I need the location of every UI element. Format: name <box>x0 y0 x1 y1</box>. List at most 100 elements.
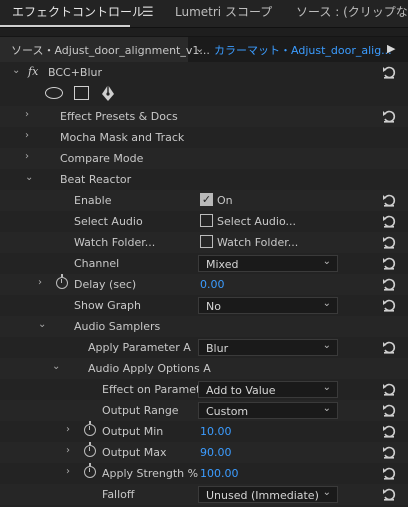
show-graph-row: Show Graph No ⌄ <box>0 295 408 316</box>
twirl-closed-icon[interactable]: › <box>25 109 35 121</box>
output-min-label: Output Min <box>102 425 164 438</box>
output-max-value[interactable]: 90.00 <box>200 446 232 459</box>
reset-icon[interactable] <box>381 486 397 502</box>
apply-param-a-value: Blur <box>206 342 229 355</box>
twirl-closed-icon[interactable]: › <box>25 130 35 142</box>
clip-selector-bar: ソース・Adjust_door_alignment_v1... ⌄ カラーマット… <box>0 36 408 64</box>
twirl-open-icon[interactable]: ⌄ <box>12 65 22 77</box>
play-arrow-icon[interactable]: ▶ <box>387 42 395 55</box>
reset-icon[interactable] <box>381 213 397 229</box>
active-tab-indicator <box>0 25 130 27</box>
sequence-clip-name[interactable]: カラーマット・Adjust_door_alig... <box>214 42 392 58</box>
stopwatch-icon[interactable] <box>84 463 96 478</box>
reset-icon[interactable] <box>381 255 397 271</box>
chevron-down-icon: ⌄ <box>322 256 331 267</box>
reset-icon[interactable] <box>381 402 397 418</box>
reset-icon[interactable] <box>381 108 397 124</box>
apply-param-a-label: Apply Parameter A <box>88 341 191 354</box>
output-range-label: Output Range <box>102 404 179 417</box>
twirl-closed-icon[interactable]: › <box>66 424 76 436</box>
beat-reactor-row[interactable]: ⌄ Beat Reactor <box>0 169 408 190</box>
chevron-down-icon[interactable]: ⌄ <box>195 42 204 55</box>
watch-folder-row: Watch Folder... Watch Folder... <box>0 232 408 253</box>
channel-row: Channel Mixed ⌄ <box>0 253 408 274</box>
show-graph-dropdown[interactable]: No ⌄ <box>198 297 338 314</box>
effect-header-row[interactable]: ⌄ fx BCC+Blur <box>0 62 408 83</box>
mocha-label: Mocha Mask and Track <box>60 131 185 144</box>
select-audio-row: Select Audio Select Audio... <box>0 211 408 232</box>
effect-on-param-label: Effect on Parameter <box>102 383 212 396</box>
enable-row: Enable ✓ On <box>0 190 408 211</box>
reset-icon[interactable] <box>381 381 397 397</box>
mocha-row[interactable]: › Mocha Mask and Track <box>0 127 408 148</box>
reset-icon[interactable] <box>381 192 397 208</box>
panel-tab-bar: エフェクトコントロール ☰ Lumetri スコープ ソース : (クリップなし… <box>0 0 408 28</box>
select-audio-value[interactable]: Select Audio... <box>217 215 296 228</box>
stopwatch-icon[interactable] <box>56 274 68 289</box>
compare-mode-row[interactable]: › Compare Mode <box>0 148 408 169</box>
delay-row: › Delay (sec) 0.00 <box>0 274 408 295</box>
output-range-row: Output Range Custom ⌄ <box>0 400 408 421</box>
falloff-dropdown[interactable]: Unused (Immediate) ⌄ <box>198 486 338 503</box>
pen-mask-icon[interactable] <box>100 84 116 102</box>
output-max-row: › Output Max 90.00 <box>0 442 408 463</box>
apply-param-a-dropdown[interactable]: Blur ⌄ <box>198 339 338 356</box>
reset-icon[interactable] <box>381 297 397 313</box>
fx-icon[interactable]: fx <box>28 65 38 78</box>
twirl-closed-icon[interactable]: › <box>38 277 48 289</box>
enable-label: Enable <box>74 194 112 207</box>
tab-source[interactable]: ソース : (クリップなし) <box>296 0 408 27</box>
show-graph-label: Show Graph <box>74 299 141 312</box>
delay-value[interactable]: 0.00 <box>200 278 225 291</box>
channel-value: Mixed <box>206 258 239 271</box>
output-range-dropdown[interactable]: Custom ⌄ <box>198 402 338 419</box>
twirl-open-icon[interactable]: ⌄ <box>52 361 62 373</box>
select-audio-checkbox[interactable] <box>200 214 213 227</box>
reset-icon[interactable] <box>381 276 397 292</box>
reset-icon[interactable] <box>381 423 397 439</box>
mask-tools-row <box>0 82 408 106</box>
ellipse-mask-icon[interactable] <box>45 87 63 99</box>
stopwatch-icon[interactable] <box>84 442 96 457</box>
audio-samplers-row[interactable]: ⌄ Audio Samplers <box>0 316 408 337</box>
audio-apply-options-row[interactable]: ⌄ Audio Apply Options A <box>0 358 408 379</box>
compare-mode-label: Compare Mode <box>60 152 144 165</box>
watch-folder-value[interactable]: Watch Folder... <box>217 236 298 249</box>
channel-dropdown[interactable]: Mixed ⌄ <box>198 255 338 272</box>
output-min-value[interactable]: 10.00 <box>200 425 232 438</box>
source-clip-area[interactable]: ソース・Adjust_door_alignment_v1... <box>0 37 210 63</box>
beat-reactor-label: Beat Reactor <box>60 173 132 186</box>
audio-samplers-label: Audio Samplers <box>74 320 161 333</box>
falloff-value: Unused (Immediate) <box>206 489 319 502</box>
twirl-open-icon[interactable]: ⌄ <box>38 319 48 331</box>
reset-icon[interactable] <box>381 64 397 80</box>
twirl-closed-icon[interactable]: › <box>66 466 76 478</box>
output-range-value: Custom <box>206 405 249 418</box>
twirl-open-icon[interactable]: ⌄ <box>25 172 35 184</box>
enable-checkbox[interactable]: ✓ <box>200 193 213 206</box>
watch-folder-label: Watch Folder... <box>74 236 156 249</box>
tab-lumetri-scopes[interactable]: Lumetri スコープ <box>175 0 272 27</box>
reset-icon[interactable] <box>381 339 397 355</box>
effect-on-param-dropdown[interactable]: Add to Value ⌄ <box>198 381 338 398</box>
apply-strength-value[interactable]: 100.00 <box>200 467 239 480</box>
twirl-closed-icon[interactable]: › <box>25 151 35 163</box>
chevron-down-icon: ⌄ <box>322 382 331 393</box>
reset-icon[interactable] <box>381 465 397 481</box>
apply-strength-label: Apply Strength % <box>102 467 199 480</box>
source-clip-name[interactable]: ソース・Adjust_door_alignment_v1... <box>11 42 210 58</box>
reset-icon[interactable] <box>381 234 397 250</box>
twirl-closed-icon[interactable]: › <box>66 445 76 457</box>
chevron-down-icon: ⌄ <box>322 403 331 414</box>
rectangle-mask-icon[interactable] <box>74 86 89 100</box>
output-max-label: Output Max <box>102 446 167 459</box>
enable-value: On <box>217 194 233 207</box>
watch-folder-checkbox[interactable] <box>200 235 213 248</box>
effect-presets-row[interactable]: › Effect Presets & Docs <box>0 106 408 127</box>
chevron-down-icon: ⌄ <box>322 487 331 498</box>
falloff-row: Falloff Unused (Immediate) ⌄ <box>0 484 408 505</box>
panel-menu-icon[interactable]: ☰ <box>142 4 156 22</box>
tab-effect-controls[interactable]: エフェクトコントロール <box>12 0 144 27</box>
reset-icon[interactable] <box>381 444 397 460</box>
stopwatch-icon[interactable] <box>84 421 96 436</box>
